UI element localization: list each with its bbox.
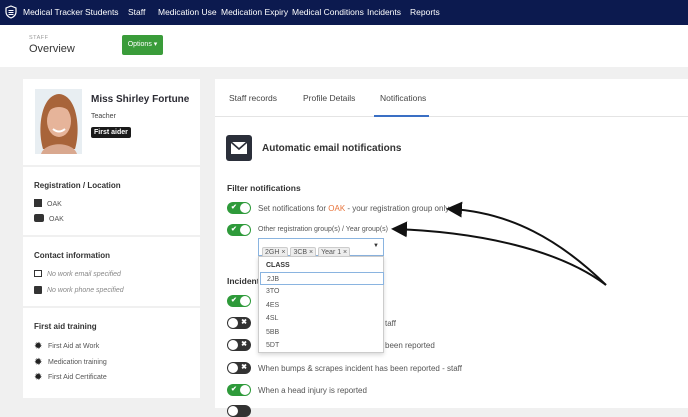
annotation-arrows [391,201,607,286]
arrow-to-own-group [446,201,607,286]
